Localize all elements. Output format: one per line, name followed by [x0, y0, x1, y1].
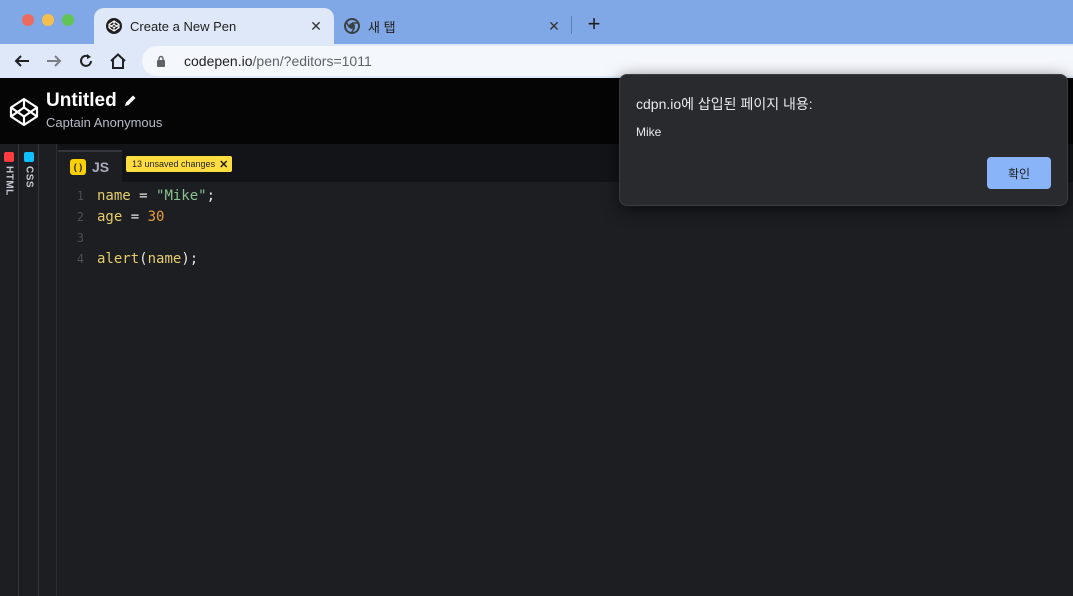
address-bar[interactable]: codepen.io/pen/?editors=1011	[142, 46, 1073, 76]
reload-icon	[80, 54, 92, 67]
code-line[interactable]: 2 age = 30	[58, 207, 215, 228]
tab-title: 새 탭	[368, 19, 396, 35]
close-icon[interactable]: ✕	[544, 16, 564, 36]
pen-author[interactable]: Captain Anonymous	[46, 115, 162, 130]
code-token: =	[130, 188, 157, 204]
html-editor-label: HTML	[3, 166, 15, 196]
code-token: name	[147, 251, 182, 267]
url-host: codepen.io	[184, 53, 253, 69]
code-token: 30	[147, 209, 165, 225]
html-editor-collapsed[interactable]: HTML	[0, 144, 19, 596]
close-window-button[interactable]	[22, 14, 34, 26]
js-editor[interactable]: ( ) JS 13 unsaved changes ✕ 1 name = "Mik…	[58, 144, 1073, 596]
js-tab-label: JS	[92, 159, 110, 175]
pencil-icon[interactable]	[123, 94, 137, 108]
browser-toolbar: codepen.io/pen/?editors=1011	[0, 44, 1073, 78]
home-icon	[110, 53, 126, 69]
url-path: /pen/?editors=1011	[252, 53, 372, 69]
code-token: (	[139, 251, 148, 267]
code-token: =	[122, 209, 148, 225]
css-editor-collapsed[interactable]: CSS	[19, 144, 39, 596]
code-token: name	[97, 188, 131, 204]
line-number: 4	[76, 252, 84, 266]
code-token: age	[97, 209, 123, 225]
pen-title-text: Untitled	[46, 90, 117, 111]
editor-resizer[interactable]	[39, 144, 57, 596]
unsaved-changes-text: 13 unsaved changes	[132, 159, 216, 169]
code-line[interactable]: 4 alert(name);	[58, 249, 215, 270]
dialog-message: Mike	[636, 125, 662, 139]
js-tab[interactable]: ( ) JS	[58, 150, 122, 182]
unsaved-changes-badge[interactable]: 13 unsaved changes ✕	[126, 156, 233, 172]
js-icon: ( )	[70, 159, 86, 175]
ok-button[interactable]: 확인	[987, 157, 1051, 189]
chrome-icon	[344, 18, 360, 34]
home-button[interactable]	[106, 49, 130, 73]
new-tab-button[interactable]: +	[582, 11, 606, 36]
lock-icon[interactable]	[154, 54, 168, 68]
pen-title[interactable]: Untitled	[46, 90, 137, 112]
code-text: name = "Mike";	[88, 186, 215, 207]
codepen-logo-icon[interactable]	[8, 96, 40, 128]
css-editor-label: CSS	[23, 166, 35, 189]
code-line[interactable]: 1 name = "Mike";	[58, 186, 215, 207]
maximize-window-button[interactable]	[62, 14, 74, 26]
code-token: "Mike"	[156, 188, 207, 204]
line-number: 1	[76, 189, 84, 203]
code-area[interactable]: 1 name = "Mike"; 2 age = 30 3 4 alert(name);	[58, 186, 215, 270]
codepen-icon	[106, 18, 122, 34]
html-icon	[4, 152, 14, 162]
code-text: age = 30	[88, 207, 164, 228]
tab-create-new-pen[interactable]: Create a New Pen ✕	[94, 8, 334, 44]
line-number: 2	[76, 210, 84, 224]
alert-dialog: cdpn.io에 삽입된 페이지 내용: Mike 확인	[619, 74, 1068, 206]
tab-new-tab[interactable]: 새 탭 ✕	[336, 8, 572, 44]
close-icon[interactable]: ✕	[306, 16, 326, 36]
code-token: );	[181, 251, 199, 267]
close-icon[interactable]: ✕	[219, 158, 228, 171]
browser-titlebar: Create a New Pen ✕ 새 탭 ✕ +	[0, 0, 1073, 44]
line-number: 3	[76, 231, 84, 245]
code-token: ;	[206, 188, 216, 204]
back-arrow-icon	[14, 55, 29, 67]
dialog-title: cdpn.io에 삽입된 페이지 내용:	[636, 96, 813, 112]
css-icon	[24, 152, 34, 162]
code-text: alert(name);	[88, 249, 198, 270]
code-token: alert	[97, 251, 140, 267]
tab-separator	[571, 16, 572, 34]
tab-title: Create a New Pen	[130, 18, 237, 34]
forward-arrow-icon	[47, 55, 62, 67]
minimize-window-button[interactable]	[42, 14, 54, 26]
reload-button[interactable]	[74, 49, 98, 73]
code-line[interactable]: 3	[58, 228, 215, 249]
back-button[interactable]	[10, 49, 34, 73]
forward-button[interactable]	[42, 49, 66, 73]
